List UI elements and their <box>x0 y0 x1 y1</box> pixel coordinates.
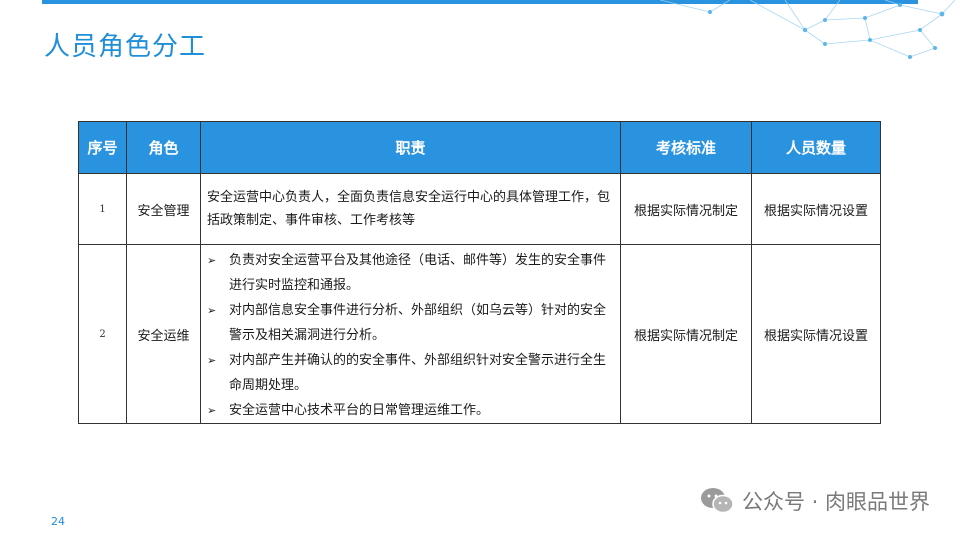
row-index: 1 <box>78 173 127 245</box>
arrow-bullet-icon: ➢ <box>207 404 217 417</box>
page-number: 24 <box>51 515 65 528</box>
header-headcount: 人员数量 <box>751 121 881 174</box>
header-duty: 职责 <box>200 121 621 174</box>
duty-item-text: 对内部产生并确认的的安全事件、外部组织针对安全警示进行全生命周期处理。 <box>229 353 607 393</box>
table-header-row: 序号 角色 职责 考核标准 人员数量 <box>78 121 881 174</box>
row-role: 安全运维 <box>126 244 201 424</box>
row-duty: ➢ 负责对安全运营平台及其他途径（电话、邮件等）发生的安全事件进行实时监控和通报… <box>200 244 621 424</box>
duty-list: ➢ 负责对安全运营平台及其他途径（电话、邮件等）发生的安全事件进行实时监控和通报… <box>201 245 620 423</box>
arrow-bullet-icon: ➢ <box>207 354 217 367</box>
row-headcount: 根据实际情况设置 <box>751 173 881 245</box>
duty-item-text: 对内部信息安全事件进行分析、外部组织（如乌云等）针对的安全警示及相关漏洞进行分析… <box>229 303 607 343</box>
header-criteria: 考核标准 <box>620 121 752 174</box>
duty-item: ➢ 安全运营中心技术平台的日常管理运维工作。 <box>207 398 614 423</box>
duty-item: ➢ 对内部信息安全事件进行分析、外部组织（如乌云等）针对的安全警示及相关漏洞进行… <box>207 298 614 348</box>
wechat-icon <box>700 488 734 514</box>
slide: 人员角色分工 序号 角色 职责 考核标准 人员数量 1 安全管理 安全运营中心负 <box>0 0 960 541</box>
row-criteria: 根据实际情况制定 <box>620 173 752 245</box>
arrow-bullet-icon: ➢ <box>207 254 217 267</box>
duty-item-text: 负责对安全运营平台及其他途径（电话、邮件等）发生的安全事件进行实时监控和通报。 <box>229 253 607 293</box>
duty-text: 安全运营中心负责人，全面负责信息安全运行中心的具体管理工作，包括政策制定、事件审… <box>207 190 611 228</box>
table-row: 1 安全管理 安全运营中心负责人，全面负责信息安全运行中心的具体管理工作，包括政… <box>78 173 881 245</box>
watermark: 公众号 · 肉眼品世界 <box>700 486 930 516</box>
row-duty: 安全运营中心负责人，全面负责信息安全运行中心的具体管理工作，包括政策制定、事件审… <box>200 173 621 245</box>
duty-item: ➢ 负责对安全运营平台及其他途径（电话、邮件等）发生的安全事件进行实时监控和通报… <box>207 248 614 298</box>
header-role: 角色 <box>126 121 201 174</box>
row-headcount: 根据实际情况设置 <box>751 244 881 424</box>
duty-item: ➢ 对内部产生并确认的的安全事件、外部组织针对安全警示进行全生命周期处理。 <box>207 348 614 398</box>
roles-table: 序号 角色 职责 考核标准 人员数量 1 安全管理 安全运营中心负责人，全面负责… <box>78 121 881 424</box>
watermark-text: 公众号 · 肉眼品世界 <box>741 490 930 514</box>
row-role: 安全管理 <box>126 173 201 245</box>
arrow-bullet-icon: ➢ <box>207 304 217 317</box>
table-row: 2 安全运维 ➢ 负责对安全运营平台及其他途径（电话、邮件等）发生的安全事件进行… <box>78 244 881 424</box>
row-criteria: 根据实际情况制定 <box>620 244 752 424</box>
page-title: 人员角色分工 <box>44 32 207 62</box>
network-decoration <box>659 0 956 59</box>
row-index: 2 <box>78 244 127 424</box>
duty-item-text: 安全运营中心技术平台的日常管理运维工作。 <box>229 403 490 418</box>
header-index: 序号 <box>78 121 127 174</box>
